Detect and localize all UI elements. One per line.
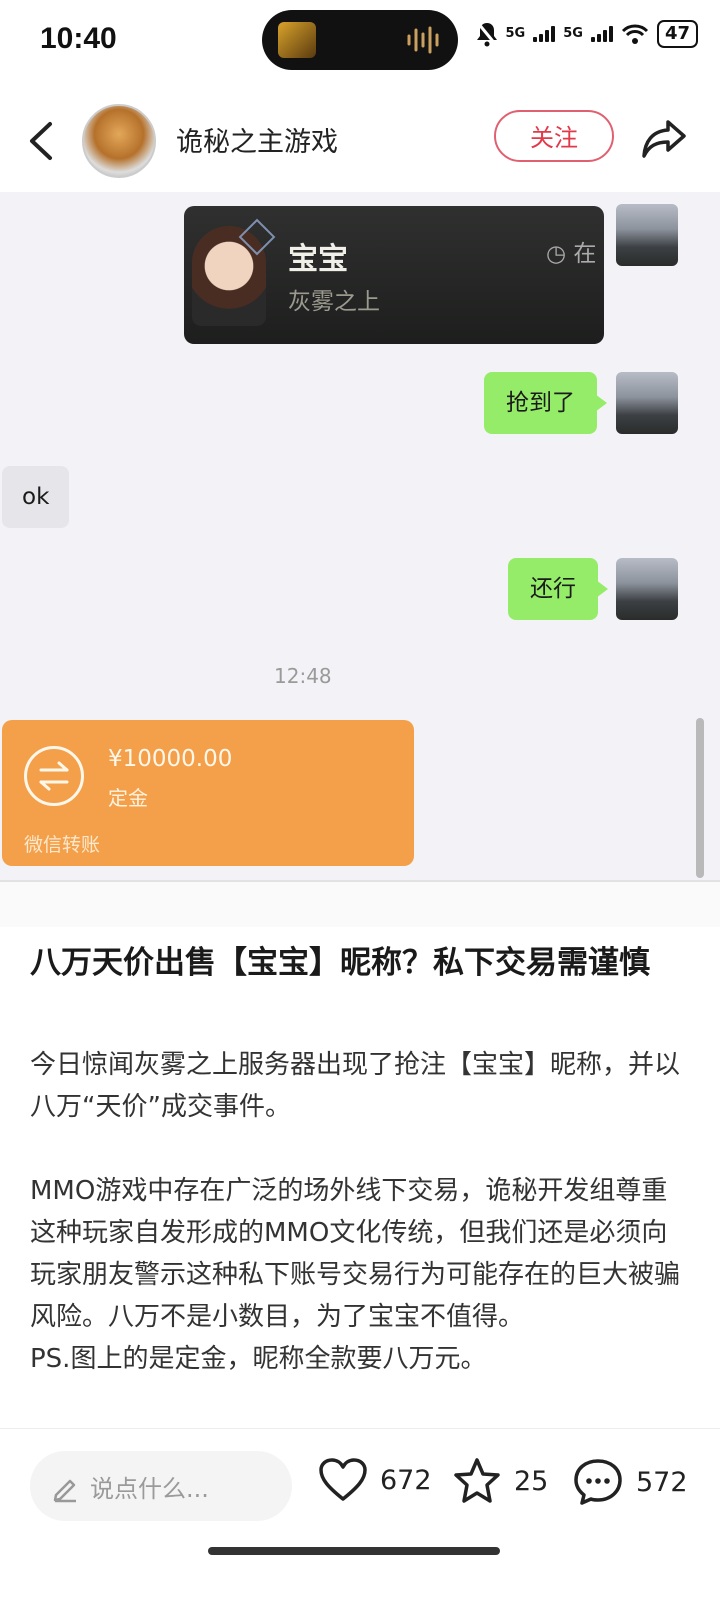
comment-bubble-icon	[574, 1459, 622, 1505]
transfer-note: 定金	[108, 786, 148, 810]
audio-wave-icon	[407, 26, 439, 54]
follow-button[interactable]: 关注	[494, 110, 614, 162]
status-time: 10:40	[40, 22, 117, 55]
back-arrow-icon[interactable]	[22, 116, 62, 166]
signal-icon	[533, 26, 556, 42]
card-server-name: 灰雾之上	[288, 289, 380, 315]
pencil-icon	[53, 1479, 76, 1503]
chat-input-strip	[0, 880, 720, 927]
network-type-1: 5G	[505, 26, 526, 41]
network-type-2: 5G	[563, 26, 583, 41]
post-header: 诡秘之主游戏 关注	[0, 96, 720, 188]
account-avatar[interactable]	[82, 104, 156, 178]
comment-placeholder: 说点什么...	[90, 1475, 209, 1503]
chat-scrollbar	[696, 718, 704, 878]
chat-bubble-sent: 抢到了	[484, 372, 607, 434]
sender-avatar	[616, 204, 678, 266]
post-title: 八万天价出售【宝宝】昵称？私下交易需谨慎	[30, 945, 650, 981]
dynamic-island	[262, 10, 458, 70]
transfer-amount: ¥10000.00	[108, 746, 233, 772]
heart-icon	[319, 1458, 367, 1501]
comment-input[interactable]: 说点什么...	[30, 1451, 292, 1521]
comment-count: 572	[636, 1466, 688, 1498]
like-button[interactable]: 672	[318, 1457, 432, 1503]
comment-button[interactable]: 572	[572, 1457, 688, 1507]
wifi-icon	[621, 24, 648, 44]
status-icons: 5G 5G 47	[476, 20, 698, 48]
favorite-button[interactable]: 25	[452, 1457, 548, 1505]
favorite-count: 25	[514, 1465, 549, 1497]
post-body: 今日惊闻灰雾之上服务器出现了抢注【宝宝】昵称，并以八万“天价”成交事件。 MMO…	[30, 1050, 681, 1374]
sender-avatar	[616, 558, 678, 620]
clock-icon: ◷	[546, 241, 567, 267]
app-thumbnail-icon	[278, 22, 316, 58]
chat-timestamp: 12:48	[274, 664, 332, 688]
sender-avatar	[616, 372, 678, 434]
transfer-footer: 微信转账	[24, 834, 101, 856]
card-status-text: 在	[573, 241, 597, 267]
wechat-transfer-card: ¥10000.00 定金 微信转账	[2, 720, 414, 866]
transfer-icon	[24, 746, 84, 806]
chat-screenshot-image[interactable]: 宝宝 灰雾之上 ◷ 在 抢到了 ok 还行 12:48 ¥10000.00 定金…	[0, 192, 720, 927]
home-indicator[interactable]	[208, 1547, 500, 1555]
like-count: 672	[380, 1464, 432, 1496]
player-profile-card: 宝宝 灰雾之上 ◷ 在	[184, 206, 604, 344]
battery-icon: 47	[656, 20, 698, 48]
card-status: ◷ 在	[546, 234, 596, 268]
signal-icon	[590, 26, 613, 42]
star-icon	[454, 1458, 500, 1503]
chat-bubble-sent: 还行	[508, 558, 608, 620]
bottom-action-bar: 说点什么... 672 25 572	[0, 1428, 720, 1603]
chat-bubble-received: ok	[2, 466, 70, 528]
mute-notification-icon	[476, 22, 497, 47]
account-name[interactable]: 诡秘之主游戏	[176, 120, 338, 159]
card-player-name: 宝宝	[288, 242, 348, 277]
share-icon[interactable]	[640, 114, 688, 162]
